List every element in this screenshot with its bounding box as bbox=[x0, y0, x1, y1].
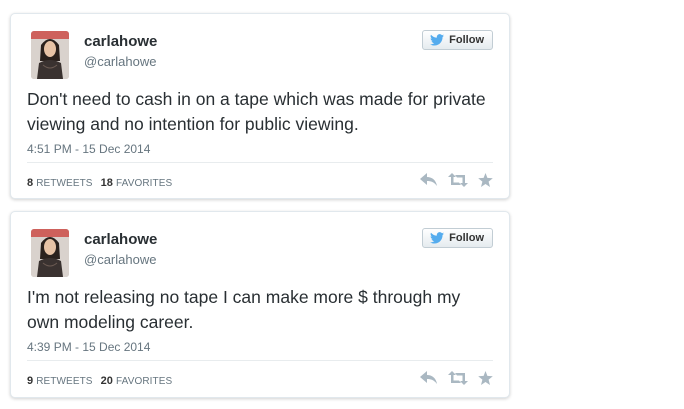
retweets-label: RETWEETS bbox=[36, 376, 93, 387]
divider bbox=[27, 162, 493, 163]
favorites-count: 18 bbox=[100, 177, 114, 189]
divider bbox=[27, 360, 493, 361]
avatar[interactable] bbox=[31, 229, 69, 277]
twitter-bird-icon bbox=[430, 34, 445, 46]
reply-icon[interactable] bbox=[420, 371, 438, 385]
favorites-stat[interactable]: 18 FAVORITES bbox=[101, 177, 173, 189]
reply-icon[interactable] bbox=[420, 173, 438, 187]
timestamp[interactable]: 4:39 PM - 15 Dec 2014 bbox=[27, 340, 150, 354]
retweets-label: RETWEETS bbox=[36, 178, 93, 189]
retweet-icon[interactable] bbox=[448, 371, 468, 385]
favorites-label: FAVORITES bbox=[116, 178, 173, 189]
screen-name[interactable]: @carlahowe bbox=[84, 252, 156, 267]
favorites-count: 20 bbox=[100, 375, 114, 387]
display-name[interactable]: carlahowe bbox=[84, 33, 157, 50]
follow-button[interactable]: Follow bbox=[422, 30, 493, 50]
retweets-count: 8 bbox=[27, 177, 34, 189]
star-icon[interactable] bbox=[478, 371, 493, 385]
tweet-card: carlahowe @carlahowe Follow Don't need t… bbox=[10, 13, 510, 199]
screen-name[interactable]: @carlahowe bbox=[84, 54, 156, 69]
favorites-stat[interactable]: 20 FAVORITES bbox=[101, 375, 173, 387]
retweets-stat[interactable]: 8 RETWEETS bbox=[27, 177, 93, 189]
display-name[interactable]: carlahowe bbox=[84, 231, 157, 248]
star-icon[interactable] bbox=[478, 173, 493, 187]
tweet-text: Don't need to cash in on a tape which wa… bbox=[27, 89, 486, 134]
tweet-actions bbox=[420, 173, 493, 187]
retweet-icon[interactable] bbox=[448, 173, 468, 187]
follow-label: Follow bbox=[449, 34, 484, 46]
favorites-label: FAVORITES bbox=[116, 376, 173, 387]
retweets-count: 9 bbox=[27, 375, 34, 387]
follow-label: Follow bbox=[449, 232, 484, 244]
tweet-stats: 8 RETWEETS 18 FAVORITES bbox=[27, 177, 172, 189]
timestamp[interactable]: 4:51 PM - 15 Dec 2014 bbox=[27, 142, 150, 156]
retweets-stat[interactable]: 9 RETWEETS bbox=[27, 375, 93, 387]
follow-button[interactable]: Follow bbox=[422, 228, 493, 248]
tweet-card: carlahowe @carlahowe Follow I'm not rele… bbox=[10, 211, 510, 398]
twitter-bird-icon bbox=[430, 232, 445, 244]
tweet-text: I'm not releasing no tape I can make mor… bbox=[27, 287, 461, 332]
tweet-stats: 9 RETWEETS 20 FAVORITES bbox=[27, 375, 172, 387]
avatar[interactable] bbox=[31, 31, 69, 79]
tweet-actions bbox=[420, 371, 493, 385]
